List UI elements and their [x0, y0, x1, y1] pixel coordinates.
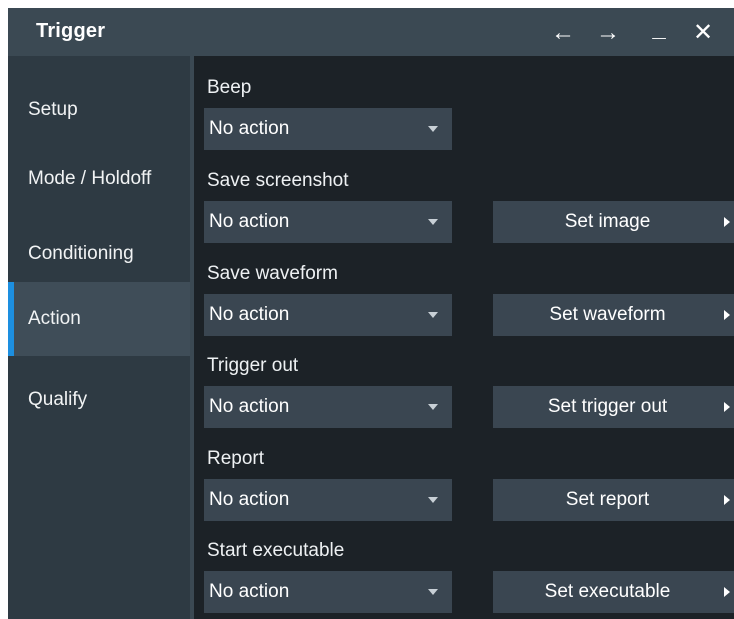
sidebar-item-label: Qualify — [28, 389, 88, 410]
set-image-button[interactable]: Set image — [493, 201, 734, 243]
set-trigger-out-button[interactable]: Set trigger out — [493, 386, 734, 428]
save-waveform-label: Save waveform — [207, 263, 338, 284]
chevron-down-icon — [428, 589, 438, 595]
trigger-out-value: No action — [209, 396, 290, 417]
submenu-arrow-icon — [724, 217, 730, 227]
report-value: No action — [209, 489, 290, 510]
chevron-down-icon — [428, 126, 438, 132]
save-waveform-dropdown[interactable]: No action — [204, 294, 452, 336]
chevron-down-icon — [428, 312, 438, 318]
minimize-icon[interactable]: _ — [646, 16, 672, 42]
chevron-down-icon — [428, 404, 438, 410]
divider — [190, 56, 194, 619]
sidebar-item-label: Setup — [28, 99, 78, 120]
sidebar-item-label: Mode / Holdoff — [28, 168, 152, 189]
back-arrow-icon[interactable]: ← — [550, 20, 576, 46]
start-executable-label: Start executable — [207, 540, 345, 561]
save-screenshot-label: Save screenshot — [207, 170, 349, 191]
save-screenshot-dropdown[interactable]: No action — [204, 201, 452, 243]
dialog-title: Trigger — [36, 20, 106, 42]
start-executable-value: No action — [209, 581, 290, 602]
sidebar-item-label: Action — [28, 308, 81, 329]
submenu-arrow-icon — [724, 495, 730, 505]
set-executable-label: Set executable — [544, 581, 671, 602]
trigger-dialog: Trigger ← → _ ✕ Setup Mode / Holdoff Con… — [8, 8, 734, 619]
sidebar-item-label: Conditioning — [28, 243, 134, 264]
set-waveform-button[interactable]: Set waveform — [493, 294, 734, 336]
submenu-arrow-icon — [724, 310, 730, 320]
report-dropdown[interactable]: No action — [204, 479, 452, 521]
set-waveform-label: Set waveform — [549, 304, 666, 325]
set-image-label: Set image — [564, 211, 651, 232]
set-executable-button[interactable]: Set executable — [493, 571, 734, 613]
beep-value: No action — [209, 118, 290, 139]
trigger-out-label: Trigger out — [207, 355, 299, 376]
forward-arrow-icon[interactable]: → — [595, 20, 621, 46]
sidebar: Setup Mode / Holdoff Conditioning Action… — [8, 56, 190, 619]
save-waveform-value: No action — [209, 304, 290, 325]
chevron-down-icon — [428, 219, 438, 225]
submenu-arrow-icon — [724, 402, 730, 412]
set-report-button[interactable]: Set report — [493, 479, 734, 521]
sidebar-item-action[interactable]: Action — [8, 282, 190, 356]
beep-dropdown[interactable]: No action — [204, 108, 452, 150]
save-screenshot-value: No action — [209, 211, 290, 232]
trigger-out-dropdown[interactable]: No action — [204, 386, 452, 428]
beep-label: Beep — [207, 77, 252, 98]
chevron-down-icon — [428, 497, 438, 503]
report-label: Report — [207, 448, 265, 469]
start-executable-dropdown[interactable]: No action — [204, 571, 452, 613]
sidebar-item-conditioning[interactable]: Conditioning — [8, 217, 190, 291]
submenu-arrow-icon — [724, 587, 730, 597]
title-bar: Trigger ← → _ ✕ — [8, 8, 734, 56]
set-report-label: Set report — [565, 489, 650, 510]
sidebar-item-setup[interactable]: Setup — [8, 73, 190, 147]
close-icon[interactable]: ✕ — [690, 20, 716, 46]
set-trigger-out-label: Set trigger out — [547, 396, 668, 417]
sidebar-item-mode-holdoff[interactable]: Mode / Holdoff — [8, 142, 190, 216]
sidebar-item-qualify[interactable]: Qualify — [8, 363, 190, 437]
